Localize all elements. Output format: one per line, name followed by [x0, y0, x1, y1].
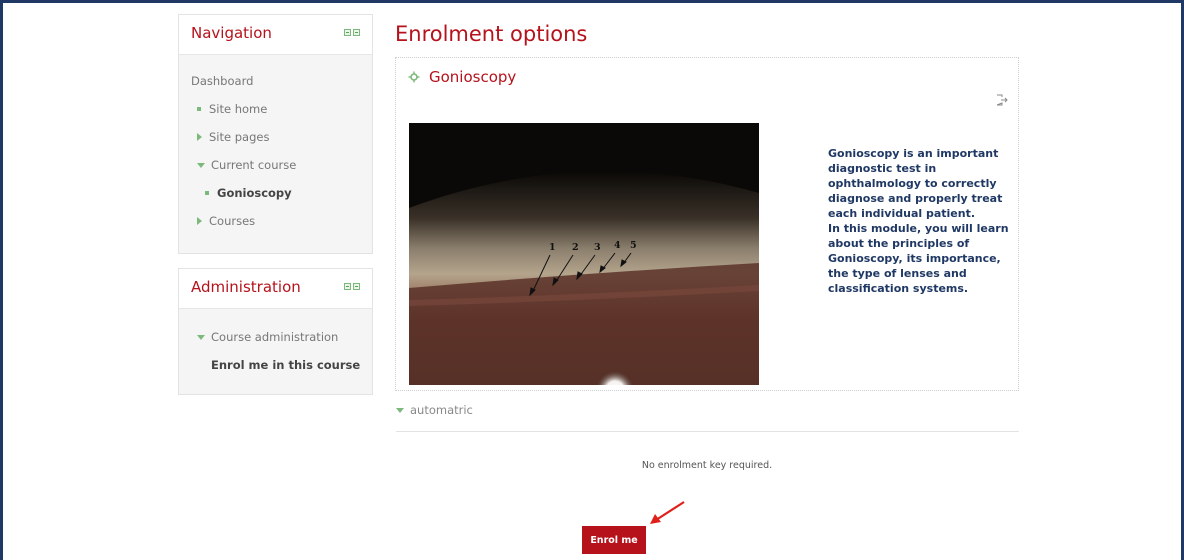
structure-label-5: 5: [630, 240, 637, 251]
nav-item-label: Current course: [211, 158, 297, 172]
nav-item-label: Site pages: [209, 130, 270, 144]
block-controls: [344, 29, 360, 36]
structure-label-4: 4: [614, 240, 621, 251]
nav-item-label: Site home: [209, 102, 268, 116]
navigation-block: Navigation Dashboard Site home Site page…: [178, 14, 373, 254]
navigation-title: Navigation: [191, 24, 272, 42]
dock-icon[interactable]: [344, 29, 351, 36]
collapse-icon: [396, 407, 404, 413]
nav-item-label: Courses: [209, 214, 256, 228]
course-image: 1 2 3 4 5: [409, 123, 759, 385]
enrol-me-button[interactable]: Enrol me: [582, 526, 646, 554]
admin-item-label: Course administration: [211, 330, 339, 344]
administration-block-header: Administration: [179, 269, 372, 309]
nav-item-label: Gonioscopy: [217, 186, 292, 200]
course-name: Gonioscopy: [429, 68, 517, 86]
course-name-link[interactable]: Gonioscopy: [408, 68, 516, 86]
navigation-list: Dashboard Site home Site pages Current c…: [179, 55, 372, 249]
pointer-arrow-icon: [650, 501, 685, 524]
structure-label-3: 3: [594, 242, 601, 253]
bullet-icon: [197, 107, 201, 111]
expand-icon: [197, 217, 202, 225]
course-summary-paragraph-1: Gonioscopy is an important diagnostic te…: [828, 147, 1003, 220]
admin-item-course-administration[interactable]: Course administration: [191, 323, 360, 351]
collapse-icon: [197, 162, 205, 168]
structure-label-1: 1: [549, 242, 556, 253]
page-title: Enrolment options: [395, 22, 588, 46]
course-summary: Gonioscopy is an important diagnostic te…: [828, 146, 1010, 296]
course-icon: [408, 71, 420, 83]
enrolment-method-label: automatric: [410, 403, 473, 417]
block-controls: [344, 283, 360, 290]
nav-item-gonioscopy[interactable]: Gonioscopy: [191, 179, 360, 207]
nav-item-site-pages[interactable]: Site pages: [191, 123, 360, 151]
course-box: Gonioscopy 1 2 3 4 5 Gonioscopy is an im…: [395, 57, 1019, 391]
nav-item-site-home[interactable]: Site home: [191, 95, 360, 123]
enrolment-key-note: No enrolment key required.: [641, 460, 773, 471]
hide-block-icon[interactable]: [353, 283, 360, 290]
administration-block: Administration Course administration Enr…: [178, 268, 373, 395]
divider: [396, 431, 1019, 432]
expand-icon: [197, 133, 202, 141]
admin-item-enrol-me[interactable]: Enrol me in this course: [191, 351, 360, 379]
nav-item-courses[interactable]: Courses: [191, 207, 360, 235]
course-summary-paragraph-2: In this module, you will learn about the…: [828, 222, 1009, 295]
navigation-block-header: Navigation: [179, 15, 372, 55]
bullet-icon: [205, 191, 209, 195]
administration-list: Course administration Enrol me in this c…: [179, 309, 372, 393]
nav-item-current-course[interactable]: Current course: [191, 151, 360, 179]
nav-item-dashboard[interactable]: Dashboard: [191, 67, 360, 95]
collapse-icon: [197, 334, 205, 340]
nav-item-label: Dashboard: [191, 74, 254, 88]
structure-label-2: 2: [572, 242, 579, 253]
administration-title: Administration: [191, 278, 301, 296]
dock-icon[interactable]: [344, 283, 351, 290]
enrolment-method-header[interactable]: automatric: [396, 403, 473, 417]
enrolment-icon[interactable]: [996, 94, 1008, 106]
hide-block-icon[interactable]: [353, 29, 360, 36]
admin-item-label: Enrol me in this course: [211, 358, 361, 372]
